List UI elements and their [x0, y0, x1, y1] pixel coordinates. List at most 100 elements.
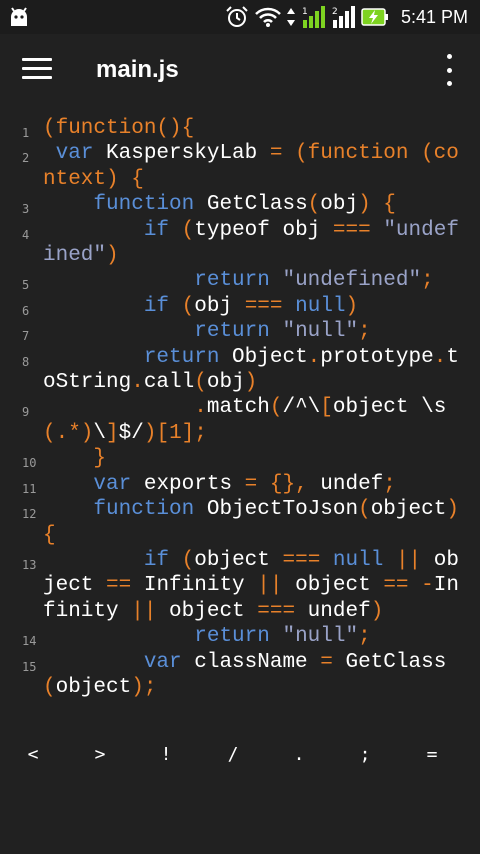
code-token: (function(){ — [43, 117, 195, 140]
code-token: return — [143, 345, 220, 369]
code-token: null — [332, 548, 384, 572]
code-token: ( — [269, 396, 283, 420]
code-text[interactable]: if (object === null || object == Infinit… — [43, 548, 471, 624]
code-line[interactable]: 5 return "undefined"; — [0, 268, 480, 293]
code-editor[interactable]: 1 (function(){2 var KasperskyLab = (funct… — [0, 116, 480, 720]
battery-charging-icon — [361, 8, 388, 26]
code-token: "null" — [282, 320, 359, 344]
code-line[interactable]: 10 } — [0, 446, 480, 471]
code-line[interactable]: 2 var KasperskyLab = (function (context)… — [0, 141, 480, 192]
code-line[interactable]: 8 return Object.prototype.toString.call(… — [0, 345, 480, 396]
symbol-key[interactable]: = — [417, 740, 447, 770]
code-token: var — [93, 472, 132, 496]
code-token: match — [206, 396, 270, 420]
code-token: Object — [219, 345, 308, 369]
code-text[interactable]: if (typeof obj === "undefined") — [43, 218, 471, 269]
code-token: ) — [345, 294, 359, 318]
code-token: className — [181, 650, 321, 674]
code-token: ; — [421, 269, 434, 293]
hamburger-menu-icon[interactable] — [22, 58, 52, 80]
code-token: ; — [383, 472, 396, 496]
code-text[interactable]: var exports = {}, undef; — [43, 472, 471, 497]
code-token: function — [93, 193, 195, 217]
code-token: ( — [43, 675, 56, 699]
code-token: GetClass — [194, 193, 308, 217]
code-token: || — [257, 574, 283, 598]
line-number: 12 — [22, 507, 37, 522]
code-line[interactable]: 13 if (object === null || object == Infi… — [0, 548, 480, 624]
code-text[interactable]: if (obj === null) — [43, 294, 471, 319]
code-text[interactable]: function GetClass(obj) { — [43, 192, 471, 217]
code-token: ( — [307, 193, 321, 217]
code-text[interactable]: .match(/^\[object \s (.*)\]$/)[1]; — [43, 395, 471, 446]
code-text[interactable]: var className = GetClass (object); — [43, 650, 471, 701]
code-text[interactable]: return "null"; — [43, 624, 471, 649]
code-text[interactable]: return Object.prototype.toString.call(ob… — [43, 345, 471, 396]
code-token: prototype — [320, 345, 434, 369]
line-number: 7 — [22, 329, 30, 344]
code-line[interactable]: 6 if (obj === null) — [0, 294, 480, 319]
code-line[interactable]: 11 var exports = {}, undef; — [0, 472, 480, 497]
line-number: 11 — [22, 481, 37, 496]
symbol-key[interactable]: ! — [151, 740, 181, 770]
code-line[interactable]: 9 .match(/^\[object \s (.*)\]$/)[1]; — [0, 395, 480, 446]
line-number: 9 — [22, 405, 30, 420]
code-token: /^\ — [282, 396, 321, 420]
code-line[interactable]: 12 function ObjectToJson(object) { — [0, 497, 480, 548]
code-token: ( — [181, 218, 195, 242]
symbol-key[interactable]: ; — [350, 740, 380, 770]
code-token: object — [370, 498, 447, 522]
code-token: exports — [131, 472, 245, 496]
code-line[interactable]: 7 return "null"; — [0, 319, 480, 344]
code-token: object — [194, 548, 283, 572]
signal-icon-sim1: 1 — [302, 6, 325, 28]
line-number: 8 — [22, 354, 30, 369]
code-text[interactable]: return "undefined"; — [43, 268, 471, 293]
code-line[interactable]: 15 var className = GetClass (object); — [0, 650, 480, 701]
code-line[interactable]: 1 (function(){ — [0, 116, 480, 141]
code-token: function — [93, 498, 195, 522]
more-options-icon[interactable] — [438, 54, 460, 86]
code-token: object — [282, 574, 384, 598]
code-token: [ — [320, 396, 333, 420]
code-token: if — [143, 294, 170, 318]
code-token: null — [295, 294, 346, 318]
code-text[interactable]: (function(){ — [43, 116, 471, 141]
code-token: === — [244, 294, 283, 318]
code-line[interactable]: 14 return "null"; — [0, 624, 480, 649]
code-token: ; — [358, 320, 371, 344]
symbol-key[interactable]: / — [218, 740, 248, 770]
code-line[interactable]: 4 if (typeof obj === "undefined") — [0, 218, 480, 269]
code-text[interactable]: var KasperskyLab = (function (context) { — [43, 141, 471, 192]
code-text[interactable]: return "null"; — [43, 319, 471, 344]
code-text[interactable]: function ObjectToJson(object) { — [43, 497, 471, 548]
code-token: ); — [131, 675, 157, 699]
line-number: 3 — [22, 202, 30, 217]
code-token: KasperskyLab — [93, 142, 270, 166]
symbol-key[interactable]: > — [85, 740, 115, 770]
alarm-icon — [226, 6, 248, 27]
symbol-key[interactable]: . — [284, 740, 314, 770]
code-text[interactable]: } — [43, 446, 471, 471]
line-number: 2 — [22, 151, 30, 166]
code-token: == - — [383, 574, 434, 598]
svg-text:1: 1 — [302, 7, 308, 17]
code-token: obj — [206, 371, 245, 395]
wifi-icon — [255, 7, 281, 27]
code-token: ) — [244, 371, 258, 395]
code-token: $/ — [118, 421, 144, 445]
code-token: . — [307, 345, 321, 369]
symbol-key[interactable]: < — [18, 740, 48, 770]
code-line[interactable]: 3 function GetClass(obj) { — [0, 192, 480, 217]
